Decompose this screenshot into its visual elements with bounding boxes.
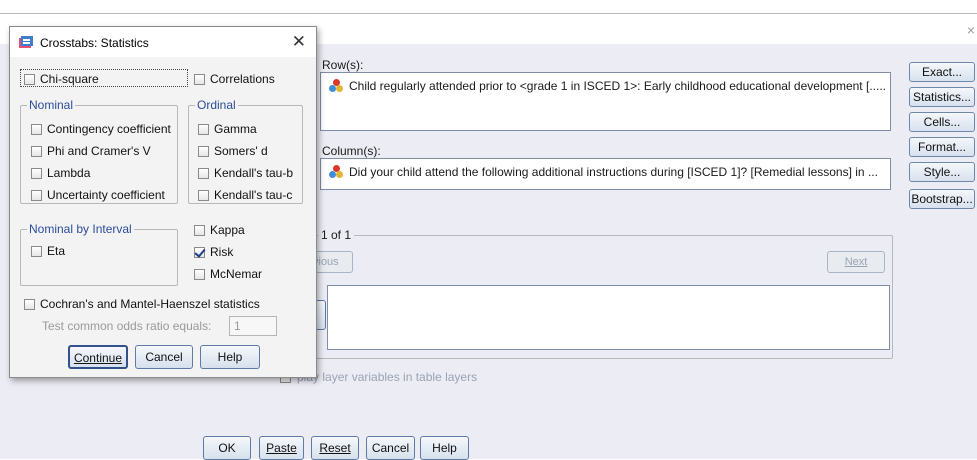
phi-cramers-v-checkbox[interactable]: Phi and Cramer's V — [31, 144, 151, 158]
reset-button-label: Reset — [319, 441, 351, 455]
next-button[interactable]: Next — [827, 251, 885, 273]
rows-label: Row(s): — [322, 58, 364, 72]
risk-label: Risk — [210, 245, 234, 259]
layer-listbox[interactable] — [327, 285, 890, 350]
eta-label: Eta — [47, 244, 66, 258]
somers-d-label: Somers' d — [214, 144, 268, 158]
eta-checkbox[interactable]: Eta — [31, 244, 65, 258]
columns-listbox[interactable]: Did your child attend the following addi… — [320, 158, 891, 190]
continue-button[interactable]: Continue — [68, 345, 128, 369]
window-close-icon[interactable]: × — [967, 22, 975, 38]
mcnemar-label: McNemar — [210, 267, 263, 281]
exact-button[interactable]: Exact... — [909, 62, 975, 82]
uncertainty-coefficient-label: Uncertainty coefficient — [47, 188, 165, 202]
checkbox-icon — [198, 145, 209, 157]
dialog-help-button[interactable]: Help — [200, 345, 260, 369]
kendalls-tau-c-checkbox[interactable]: Kendall's tau-c — [198, 188, 292, 202]
somers-d-checkbox[interactable]: Somers' d — [198, 144, 268, 158]
rows-list-item[interactable]: Child regularly attended prior to <grade… — [329, 79, 886, 93]
columns-label: Column(s): — [322, 144, 381, 158]
columns-item-text: Did your child attend the following addi… — [349, 165, 878, 179]
ok-button[interactable]: OK — [203, 436, 251, 460]
phi-cramers-v-label: Phi and Cramer's V — [47, 144, 151, 158]
rows-listbox[interactable]: Child regularly attended prior to <grade… — [320, 72, 891, 131]
lambda-label: Lambda — [47, 166, 91, 180]
dialog-title: Crosstabs: Statistics — [40, 36, 149, 50]
layer-count-label: 1 of 1 — [318, 228, 355, 242]
ordinal-group-title: Ordinal — [195, 98, 238, 112]
checkbox-icon — [31, 245, 42, 257]
format-button[interactable]: Format... — [909, 137, 975, 157]
display-layer-label: play layer variables in table layers — [297, 370, 478, 384]
format-button-label: Format... — [917, 140, 966, 154]
chi-square-checkbox[interactable]: Chi-square — [24, 72, 99, 86]
paste-button-label: Paste — [266, 441, 297, 455]
checkbox-icon — [194, 268, 205, 280]
cancel-button[interactable]: Cancel — [366, 436, 415, 460]
nominal-group-title: Nominal — [27, 98, 76, 112]
kendalls-tau-c-label: Kendall's tau-c — [214, 188, 293, 202]
cochran-mantel-haenszel-checkbox[interactable]: Cochran's and Mantel-Haenszel statistics — [24, 297, 260, 311]
rows-item-text: Child regularly attended prior to <grade… — [349, 79, 886, 93]
help-button[interactable]: Help — [420, 436, 469, 460]
paste-button[interactable]: Paste — [259, 436, 304, 460]
checkbox-icon — [31, 123, 42, 135]
correlations-checkbox[interactable]: Correlations — [194, 72, 275, 86]
exact-button-label: Exact... — [921, 65, 962, 79]
checkbox-icon — [24, 298, 35, 310]
checkbox-icon — [31, 167, 42, 179]
bootstrap-button-label: Bootstrap... — [911, 192, 973, 206]
ok-button-label: OK — [218, 441, 236, 455]
help-button-label: Help — [432, 441, 457, 455]
cells-button-label: Cells... — [923, 115, 961, 129]
risk-checkbox[interactable]: Risk — [194, 245, 233, 259]
dialog-title-bar[interactable]: Crosstabs: Statistics ✕ — [10, 27, 316, 57]
checkbox-icon — [31, 145, 42, 157]
statistics-button-label: Statistics... — [912, 90, 971, 104]
kendalls-tau-b-checkbox[interactable]: Kendall's tau-b — [198, 166, 293, 180]
close-icon[interactable]: ✕ — [292, 32, 306, 52]
reset-button[interactable]: Reset — [311, 436, 359, 460]
correlations-label: Correlations — [210, 72, 275, 86]
statistics-button[interactable]: Statistics... — [909, 87, 975, 107]
columns-list-item[interactable]: Did your child attend the following addi… — [329, 165, 878, 179]
continue-button-label: Continue — [73, 351, 123, 365]
checkbox-icon — [198, 189, 209, 201]
checkbox-checked-icon — [194, 246, 205, 258]
cochran-mantel-haenszel-label: Cochran's and Mantel-Haenszel statistics — [40, 297, 260, 311]
lambda-checkbox[interactable]: Lambda — [31, 166, 90, 180]
dialog-cancel-button-label: Cancel — [145, 350, 183, 364]
bootstrap-button[interactable]: Bootstrap... — [909, 189, 975, 209]
crosstabs-statistics-dialog: Crosstabs: Statistics ✕ Chi-square Corre… — [9, 26, 317, 378]
checkbox-icon — [198, 167, 209, 179]
checkbox-icon — [31, 189, 42, 201]
checkbox-icon — [24, 73, 35, 85]
dialog-help-button-label: Help — [217, 350, 243, 364]
checkbox-icon — [198, 123, 209, 135]
dialog-app-icon — [19, 36, 33, 48]
uncertainty-coefficient-checkbox[interactable]: Uncertainty coefficient — [31, 188, 165, 202]
checkbox-icon — [194, 73, 205, 85]
odds-ratio-input[interactable]: 1 — [229, 316, 277, 336]
variable-icon — [329, 79, 343, 93]
kappa-checkbox[interactable]: Kappa — [194, 223, 245, 237]
chi-square-label: Chi-square — [40, 72, 99, 86]
dialog-cancel-button[interactable]: Cancel — [135, 345, 193, 369]
variable-icon — [329, 165, 343, 179]
cancel-button-label: Cancel — [371, 441, 410, 455]
gamma-checkbox[interactable]: Gamma — [198, 122, 257, 136]
gamma-label: Gamma — [214, 122, 257, 136]
style-button-label: Style... — [923, 165, 961, 179]
window-top-border — [0, 13, 977, 14]
cells-button[interactable]: Cells... — [909, 112, 975, 132]
checkbox-icon — [194, 224, 205, 236]
style-button[interactable]: Style... — [909, 162, 975, 182]
nominal-by-interval-title: Nominal by Interval — [27, 222, 134, 236]
kappa-label: Kappa — [210, 223, 245, 237]
kendalls-tau-b-label: Kendall's tau-b — [214, 166, 294, 180]
mcnemar-checkbox[interactable]: McNemar — [194, 267, 262, 281]
contingency-coefficient-label: Contingency coefficient — [47, 122, 171, 136]
contingency-coefficient-checkbox[interactable]: Contingency coefficient — [31, 122, 171, 136]
odds-ratio-label: Test common odds ratio equals: — [42, 319, 212, 333]
